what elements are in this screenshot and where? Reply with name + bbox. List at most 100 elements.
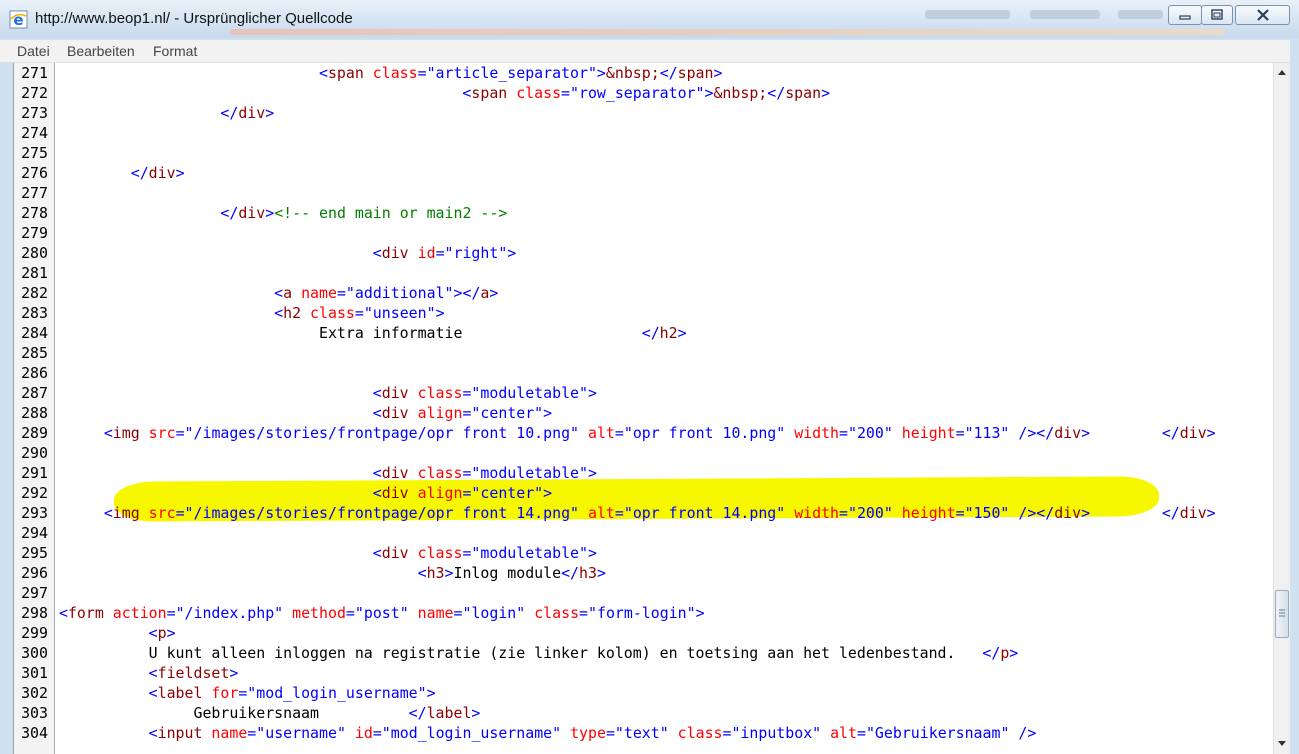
scrollbar-thumb[interactable] bbox=[1275, 590, 1289, 638]
source-code-view[interactable]: 271 <span class="article_separator">&nbs… bbox=[13, 63, 1273, 754]
bracket-token: > bbox=[587, 384, 597, 402]
bracket-token: > bbox=[713, 64, 723, 82]
bracket-token: = bbox=[614, 424, 624, 442]
attribute-value-token: "Gebruikersnaam" bbox=[865, 724, 1010, 742]
minimize-icon bbox=[1179, 15, 1191, 20]
code-text: </div> bbox=[59, 163, 185, 183]
attribute-token: src bbox=[148, 504, 176, 522]
line-number: 296 bbox=[21, 564, 48, 582]
bracket-token: = bbox=[175, 424, 185, 442]
bracket-token: = bbox=[336, 284, 346, 302]
bracket-token: > bbox=[596, 64, 606, 82]
attribute-value-token: "moduletable" bbox=[471, 384, 588, 402]
code-line: 288 <div align="center"> bbox=[14, 403, 1273, 423]
attribute-token: id bbox=[417, 244, 436, 262]
code-line: 282 <a name="additional"></a> bbox=[14, 283, 1273, 303]
attribute-token: align bbox=[417, 484, 463, 502]
code-text: <p> bbox=[59, 623, 176, 643]
tag-name-token: span bbox=[677, 64, 714, 82]
line-number: 293 bbox=[21, 504, 48, 522]
tag-name-token: &nbsp; bbox=[713, 84, 768, 102]
code-text: <div id="right"> bbox=[59, 243, 516, 263]
line-number: 286 bbox=[21, 364, 48, 382]
line-number: 287 bbox=[21, 384, 48, 402]
bracket-token: = bbox=[561, 84, 571, 102]
bracket-token: < bbox=[372, 484, 382, 502]
line-number: 280 bbox=[21, 244, 48, 262]
tag-name-token: input bbox=[157, 724, 212, 742]
line-number: 295 bbox=[21, 544, 48, 562]
tag-name-token: h2 bbox=[659, 324, 678, 342]
attribute-value-token: "form-login" bbox=[588, 604, 696, 622]
line-number: 278 bbox=[21, 204, 48, 222]
bracket-token: > bbox=[821, 84, 831, 102]
close-button[interactable] bbox=[1235, 5, 1290, 25]
code-line: 299 <p> bbox=[14, 623, 1273, 643]
scroll-up-icon[interactable] bbox=[1277, 68, 1287, 76]
bracket-token: > bbox=[1081, 504, 1091, 522]
grip-icon bbox=[1279, 609, 1285, 617]
attribute-value-token: "/images/stories/frontpage/opr front 14.… bbox=[184, 504, 580, 522]
bracket-token: </ bbox=[659, 64, 678, 82]
attribute-token: class bbox=[417, 384, 463, 402]
bracket-token: </ bbox=[1161, 424, 1180, 442]
maximize-button[interactable] bbox=[1201, 5, 1233, 25]
code-line: 274 bbox=[14, 123, 1273, 143]
line-number: 283 bbox=[21, 304, 48, 322]
menu-format[interactable]: Format bbox=[153, 43, 197, 59]
tag-name-token: div bbox=[148, 164, 176, 182]
attribute-token: class bbox=[417, 464, 463, 482]
attribute-token: width bbox=[785, 424, 840, 442]
code-line: 277 bbox=[14, 183, 1273, 203]
bracket-token: = bbox=[238, 684, 248, 702]
attribute-value-token: "200" bbox=[848, 424, 893, 442]
tag-name-token: div bbox=[381, 384, 418, 402]
attribute-value-token: "moduletable" bbox=[471, 464, 588, 482]
bracket-token: = bbox=[247, 724, 257, 742]
title-bar-glow bbox=[230, 29, 1225, 35]
line-number: 274 bbox=[21, 124, 48, 142]
bracket-token: /> bbox=[1009, 724, 1037, 742]
text-token: U kunt alleen inloggen na registratie (z… bbox=[59, 644, 983, 662]
code-line: 276 </div> bbox=[14, 163, 1273, 183]
code-line: 292 <div align="center"> bbox=[14, 483, 1273, 503]
code-line: 275 bbox=[14, 143, 1273, 163]
code-text: Extra informatie </h2> bbox=[59, 323, 687, 343]
bracket-token: > bbox=[1009, 644, 1019, 662]
tag-name-token: div bbox=[381, 544, 418, 562]
menu-bearbeiten[interactable]: Bearbeiten bbox=[67, 43, 135, 59]
line-number: 303 bbox=[21, 704, 48, 722]
line-number: 291 bbox=[21, 464, 48, 482]
attribute-token: name bbox=[408, 604, 454, 622]
code-line: 284 Extra informatie </h2> bbox=[14, 323, 1273, 343]
tag-name-token: div bbox=[1054, 424, 1082, 442]
attribute-value-token: "username" bbox=[256, 724, 346, 742]
bracket-token: < bbox=[372, 404, 382, 422]
scroll-down-icon[interactable] bbox=[1277, 740, 1287, 748]
bracket-token: > bbox=[587, 544, 597, 562]
tag-name-token: fieldset bbox=[157, 664, 230, 682]
bracket-token: > bbox=[265, 104, 275, 122]
code-line: 303 Gebruikersnaam </label> bbox=[14, 703, 1273, 723]
bracket-token: /></ bbox=[1009, 504, 1055, 522]
code-line: 271 <span class="article_separator">&nbs… bbox=[14, 63, 1273, 83]
bracket-token: > bbox=[1206, 504, 1216, 522]
menu-datei[interactable]: Datei bbox=[17, 43, 50, 59]
line-number: 282 bbox=[21, 284, 48, 302]
attribute-value-token: "center" bbox=[471, 404, 544, 422]
tag-name-token: form bbox=[67, 604, 113, 622]
attribute-value-token: "opr front 10.png" bbox=[623, 424, 786, 442]
vertical-scrollbar[interactable] bbox=[1273, 63, 1291, 754]
line-number: 281 bbox=[21, 264, 48, 282]
tag-name-token: span bbox=[327, 64, 373, 82]
minimize-button[interactable] bbox=[1168, 5, 1202, 25]
